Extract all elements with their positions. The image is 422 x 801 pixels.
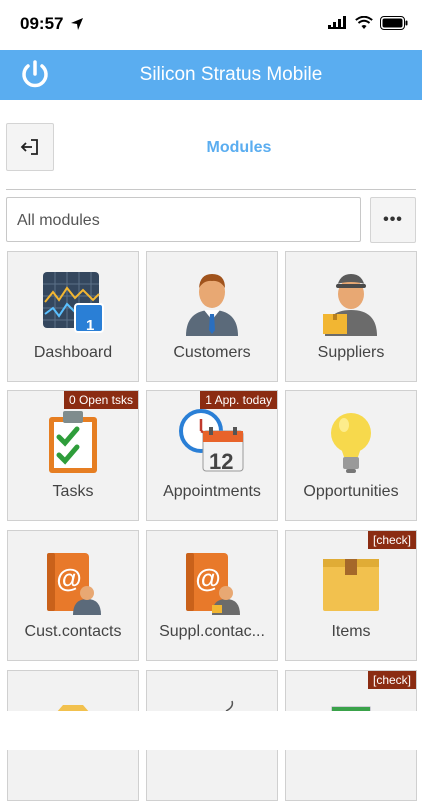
row4-check-badge: [check]	[367, 671, 416, 689]
tile-label: Suppl.contac...	[159, 623, 265, 640]
tile-label: Customers	[173, 344, 251, 361]
open-tasks-badge: 0 Open tsks	[63, 391, 138, 409]
tile-label: Opportunities	[303, 483, 399, 500]
tile-opportunities[interactable]: Opportunities	[285, 390, 417, 521]
tile-label: Tasks	[52, 483, 94, 500]
app-header: Silicon Stratus Mobile	[0, 50, 422, 100]
calendar-day: 12	[209, 449, 234, 474]
svg-text:@: @	[195, 563, 220, 593]
customer-addressbook-icon: @	[8, 549, 138, 619]
more-options-button[interactable]: •••	[370, 197, 416, 243]
signal-icon	[328, 16, 346, 29]
bottom-safe-area	[0, 711, 422, 750]
clipboard-checklist-icon	[8, 409, 138, 479]
box-icon	[286, 549, 416, 619]
svg-text:@: @	[56, 563, 81, 593]
battery-icon	[380, 16, 408, 30]
tile-label: Cust.contacts	[24, 623, 122, 640]
tile-dashboard[interactable]: 1 Dashboard	[7, 251, 139, 382]
tile-tasks[interactable]: 0 Open tsks Tasks	[7, 390, 139, 521]
calendar-clock-icon: 12	[147, 409, 277, 479]
tile-label: Items	[331, 623, 371, 640]
location-arrow-icon	[71, 18, 83, 30]
app-title: Silicon Stratus Mobile	[139, 64, 323, 85]
supplier-person-icon	[286, 270, 416, 340]
items-check-badge: [check]	[367, 531, 416, 549]
tile-label: Dashboard	[33, 344, 113, 361]
lightbulb-icon	[286, 409, 416, 479]
appointments-today-badge: 1 App. today	[200, 391, 277, 409]
status-time: 09:57	[20, 14, 64, 33]
dashboard-icon: 1	[8, 270, 138, 340]
tile-suppl-contacts[interactable]: @ Suppl.contac...	[146, 530, 278, 661]
status-bar: 09:57	[0, 0, 422, 50]
page-title: Modules	[206, 139, 272, 156]
status-icons	[328, 16, 408, 30]
tile-customers[interactable]: Customers	[146, 251, 278, 382]
supplier-addressbook-icon: @	[147, 549, 277, 619]
tile-cust-contacts[interactable]: @ Cust.contacts	[7, 530, 139, 661]
divider	[6, 189, 416, 190]
tile-appointments[interactable]: 1 App. today 12 Appointments	[146, 390, 278, 521]
tile-label: Appointments	[163, 483, 261, 500]
customer-person-icon	[147, 270, 277, 340]
dashboard-number: 1	[86, 317, 95, 334]
tile-suppliers[interactable]: Suppliers	[285, 251, 417, 382]
wifi-icon	[355, 16, 373, 29]
tile-label: Suppliers	[317, 344, 385, 361]
module-filter-select[interactable]: All modules	[6, 197, 361, 242]
tile-items[interactable]: [check] Items	[285, 530, 417, 661]
